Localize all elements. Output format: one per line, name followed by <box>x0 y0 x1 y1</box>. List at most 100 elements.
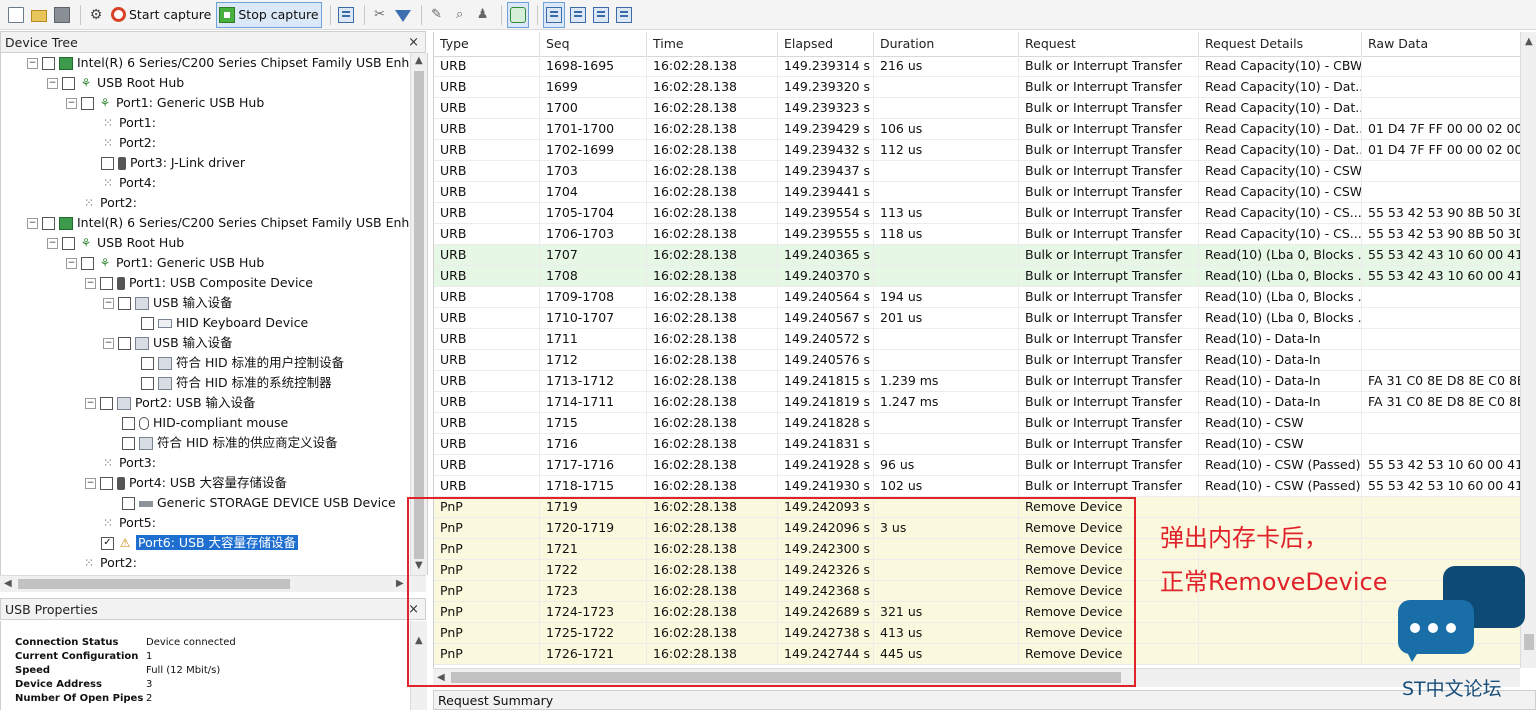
node-checkbox[interactable] <box>141 377 154 390</box>
node-checkbox[interactable] <box>118 337 131 350</box>
collapse-icon[interactable]: − <box>66 258 77 269</box>
tree-node[interactable]: − ⚘ Port1: Generic USB Hub <box>66 253 264 273</box>
node-checkbox[interactable] <box>100 277 113 290</box>
tree-node[interactable]: − USB 输入设备 <box>103 333 233 353</box>
table-row[interactable]: URB 1718-1715 16:02:28.138 149.241930 s 102 … <box>434 476 1521 497</box>
export-button[interactable] <box>336 3 356 27</box>
column-header[interactable]: Time <box>647 32 778 56</box>
tree-node[interactable]: 符合 HID 标准的供应商定义设备 <box>122 433 338 453</box>
tree-vertical-scroll-thumb[interactable] <box>414 71 424 559</box>
tree-node[interactable]: HID-compliant mouse <box>122 413 288 433</box>
node-checkbox[interactable] <box>122 437 135 450</box>
node-checkbox[interactable] <box>81 257 94 270</box>
view-button-1[interactable] <box>542 1 565 28</box>
tree-node[interactable]: Generic STORAGE DEVICE USB Device <box>122 493 396 513</box>
tree-horizontal-scrollbar[interactable]: ◀ ▶ <box>0 575 426 592</box>
collapse-icon[interactable]: − <box>66 98 77 109</box>
find-next-button[interactable]: ♟ <box>473 3 493 27</box>
tree-node[interactable]: HID Keyboard Device <box>141 313 308 333</box>
table-row[interactable]: URB 1702-1699 16:02:28.138 149.239432 s 112 … <box>434 140 1521 161</box>
table-row[interactable]: URB 1709-1708 16:02:28.138 149.240564 s 194 … <box>434 287 1521 308</box>
table-row[interactable]: URB 1699 16:02:28.138 149.239320 s Bulk or I… <box>434 77 1521 98</box>
tree-node[interactable]: Port3: J-Link driver <box>101 153 245 173</box>
collapse-icon[interactable]: − <box>47 78 58 89</box>
column-header[interactable]: Elapsed <box>778 32 874 56</box>
tree-node-selected[interactable]: ✓ ⚠ Port6: USB 大容量存储设备 <box>101 533 299 553</box>
collapse-icon[interactable]: − <box>85 478 96 489</box>
scroll-right-icon[interactable]: ▶ <box>396 578 404 589</box>
tree-node[interactable]: ⁙ Port4: <box>101 173 156 193</box>
table-row[interactable]: URB 1716 16:02:28.138 149.241831 s Bulk or I… <box>434 434 1521 455</box>
tree-node[interactable]: ⁙ Port2: <box>82 193 137 213</box>
grid-vertical-scroll-thumb[interactable] <box>1524 634 1534 650</box>
filter-options-button[interactable]: ✂ <box>370 3 390 27</box>
table-row[interactable]: URB 1711 16:02:28.138 149.240572 s Bulk or I… <box>434 329 1521 350</box>
node-checkbox[interactable] <box>141 357 154 370</box>
view-button-3[interactable] <box>591 3 611 27</box>
column-header[interactable]: Duration <box>874 32 1019 56</box>
node-checkbox[interactable] <box>118 297 131 310</box>
node-checkbox[interactable] <box>42 217 55 230</box>
table-row[interactable]: URB 1708 16:02:28.138 149.240370 s Bulk or I… <box>434 266 1521 287</box>
table-row[interactable]: URB 1714-1711 16:02:28.138 149.241819 s 1.24… <box>434 392 1521 413</box>
node-checkbox[interactable] <box>62 77 75 90</box>
filter-button[interactable] <box>393 3 413 27</box>
tree-node[interactable]: − USB 输入设备 <box>103 293 233 313</box>
node-checkbox-checked[interactable]: ✓ <box>101 537 114 550</box>
table-row[interactable]: URB 1706-1703 16:02:28.138 149.239555 s 118 … <box>434 224 1521 245</box>
tree-node[interactable]: − Intel(R) 6 Series/C200 Series Chipset F… <box>27 53 427 73</box>
collapse-icon[interactable]: − <box>85 398 96 409</box>
table-row[interactable]: URB 1701-1700 16:02:28.138 149.239429 s 106 … <box>434 119 1521 140</box>
tree-node[interactable]: − ⚘ USB Root Hub <box>47 73 184 93</box>
open-file-button[interactable] <box>29 3 49 27</box>
view-button-2[interactable] <box>568 3 588 27</box>
tree-node[interactable]: − Intel(R) 6 Series/C200 Series Chipset F… <box>27 213 427 233</box>
table-row[interactable]: URB 1710-1707 16:02:28.138 149.240567 s 201 … <box>434 308 1521 329</box>
tree-node[interactable]: − Port4: USB 大容量存储设备 <box>85 473 287 493</box>
tree-node[interactable]: − Port2: USB 输入设备 <box>85 393 256 413</box>
tree-node[interactable]: − Port1: USB Composite Device <box>85 273 313 293</box>
tree-node[interactable]: 符合 HID 标准的用户控制设备 <box>141 353 344 373</box>
table-row[interactable]: URB 1715 16:02:28.138 149.241828 s Bulk or I… <box>434 413 1521 434</box>
collapse-icon[interactable]: − <box>47 238 58 249</box>
capture-settings-button[interactable]: ⚙ <box>86 3 106 27</box>
node-checkbox[interactable] <box>81 97 94 110</box>
collapse-icon[interactable]: − <box>27 218 38 229</box>
tree-horizontal-scroll-thumb[interactable] <box>18 579 290 589</box>
collapse-icon[interactable]: − <box>85 278 96 289</box>
tree-node[interactable]: ⁙ Port5: <box>101 513 156 533</box>
node-checkbox[interactable] <box>62 237 75 250</box>
node-checkbox[interactable] <box>100 477 113 490</box>
tree-node[interactable]: ⁙ Port3: <box>101 453 156 473</box>
stop-capture-button[interactable]: Stop capture <box>216 1 322 28</box>
column-header[interactable]: Raw Data <box>1362 32 1521 56</box>
scroll-left-icon[interactable]: ◀ <box>4 578 12 589</box>
new-file-button[interactable] <box>6 3 26 27</box>
table-row[interactable]: URB 1717-1716 16:02:28.138 149.241928 s 96 u… <box>434 455 1521 476</box>
refresh-button[interactable] <box>506 1 529 28</box>
scroll-up-icon[interactable]: ▲ <box>415 55 423 66</box>
table-row[interactable]: URB 1704 16:02:28.138 149.239441 s Bulk or I… <box>434 182 1521 203</box>
search-button[interactable]: ⌕ <box>450 3 470 27</box>
column-header[interactable]: Request <box>1019 32 1199 56</box>
column-header[interactable]: Type <box>434 32 540 56</box>
node-checkbox[interactable] <box>122 497 135 510</box>
tree-node[interactable]: ⁙ Port2: <box>101 133 156 153</box>
node-checkbox[interactable] <box>42 57 55 70</box>
node-checkbox[interactable] <box>122 417 135 430</box>
table-row[interactable]: URB 1698-1695 16:02:28.138 149.239314 s 216 … <box>434 56 1521 77</box>
tree-node[interactable]: − ⚘ Port1: Generic USB Hub <box>66 93 264 113</box>
table-row[interactable]: URB 1713-1712 16:02:28.138 149.241815 s 1.23… <box>434 371 1521 392</box>
tree-node[interactable]: − ⚘ USB Root Hub <box>47 233 184 253</box>
table-row[interactable]: URB 1707 16:02:28.138 149.240365 s Bulk or I… <box>434 245 1521 266</box>
find-button[interactable]: ✎ <box>427 3 447 27</box>
table-row[interactable]: URB 1700 16:02:28.138 149.239323 s Bulk or I… <box>434 98 1521 119</box>
collapse-icon[interactable]: − <box>27 58 38 69</box>
start-capture-button[interactable]: Start capture <box>109 3 213 27</box>
scroll-up-icon[interactable]: ▲ <box>1525 36 1533 47</box>
tree-node[interactable]: ⁙ Port2: <box>82 553 137 573</box>
tree-node[interactable]: 符合 HID 标准的系统控制器 <box>141 373 332 393</box>
collapse-icon[interactable]: − <box>103 338 114 349</box>
collapse-icon[interactable]: − <box>103 298 114 309</box>
table-row[interactable]: URB 1703 16:02:28.138 149.239437 s Bulk or I… <box>434 161 1521 182</box>
